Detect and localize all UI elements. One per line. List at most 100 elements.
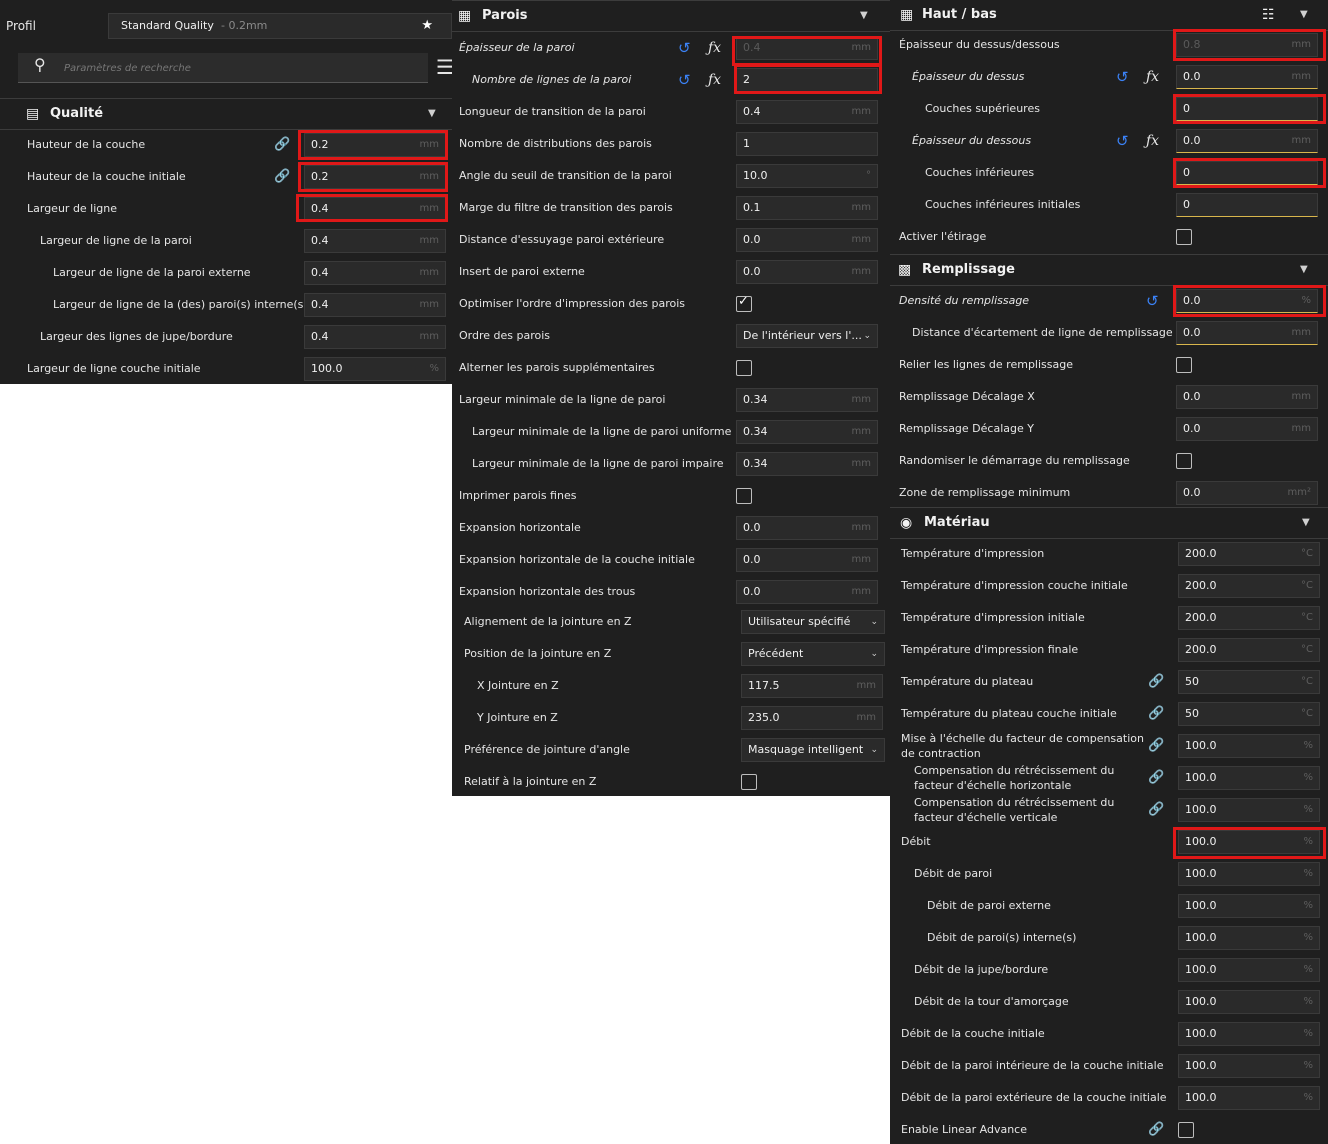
setting-value-input[interactable]: 100.0% <box>1178 766 1320 790</box>
setting-value-input[interactable]: 2 <box>736 68 878 92</box>
function-icon[interactable]: ƒx <box>1146 61 1159 93</box>
setting-value: 0.34 <box>743 393 768 406</box>
chevron-down-icon[interactable]: ▼ <box>1302 508 1310 538</box>
section-header-walls[interactable]: ▦ Parois ▼ <box>452 0 890 32</box>
setting-checkbox[interactable] <box>736 488 752 504</box>
setting-value-input[interactable]: 200.0 °C <box>1178 574 1320 598</box>
section-header-infill[interactable]: ▩ Remplissage ▼ <box>890 254 1328 286</box>
setting-value-input[interactable]: 100.0% <box>1178 958 1320 982</box>
search-field[interactable]: ⚲ Paramètres de recherche <box>18 53 428 83</box>
setting-dropdown[interactable]: Utilisateur spécifié ⌄ <box>741 610 885 634</box>
setting-value-input[interactable]: 0.4 mm <box>304 293 446 317</box>
setting-value-input[interactable]: 0.0 mm <box>736 548 878 572</box>
setting-value-input[interactable]: 1 <box>736 132 878 156</box>
setting-dropdown[interactable]: De l'intérieur vers l'... ⌄ <box>736 324 878 348</box>
setting-value-input[interactable]: 0.34 mm <box>736 420 878 444</box>
link-icon[interactable]: 🔗 <box>1148 1114 1164 1144</box>
setting-value-input[interactable]: 0.0 mm <box>736 516 878 540</box>
function-icon[interactable]: ƒx <box>1146 125 1159 157</box>
setting-value-input[interactable]: 0.2 mm <box>304 165 446 189</box>
setting-value-input[interactable]: 200.0 °C <box>1178 542 1320 566</box>
setting-value-input[interactable]: 10.0 ° <box>736 164 878 188</box>
setting-value-input[interactable]: 0 <box>1176 193 1318 217</box>
section-header-top-bottom[interactable]: ▦ Haut / bas ☷ ▼ <box>890 0 1328 31</box>
setting-value-input[interactable]: 0.1 mm <box>736 196 878 220</box>
chevron-down-icon[interactable]: ▼ <box>428 99 436 129</box>
setting-checkbox[interactable] <box>736 294 752 312</box>
setting-value-input[interactable]: 0.0 mm <box>1176 65 1318 89</box>
setting-value-input[interactable]: 50 °C <box>1178 702 1320 726</box>
setting-dropdown[interactable]: Précédent ⌄ <box>741 642 885 666</box>
setting-unit: mm <box>856 712 876 723</box>
setting-checkbox[interactable] <box>1176 453 1192 469</box>
setting-value-input[interactable]: 0.4 mm <box>304 325 446 349</box>
setting-value-input[interactable]: 100.0% <box>1178 830 1320 854</box>
setting-value-input[interactable]: 0.4 mm <box>304 229 446 253</box>
reset-icon[interactable]: ↺ <box>678 64 691 96</box>
reset-icon[interactable]: ↺ <box>678 32 691 64</box>
setting-value-input[interactable]: 0.0 mm² <box>1176 481 1318 505</box>
setting-checkbox[interactable] <box>1178 1122 1194 1138</box>
setting-value-input[interactable]: 100.0% <box>1178 926 1320 950</box>
setting-checkbox[interactable] <box>1176 229 1192 245</box>
link-icon[interactable]: 🔗 <box>1148 730 1164 762</box>
setting-value-input[interactable]: 50 °C <box>1178 670 1320 694</box>
setting-value-input[interactable]: 0 <box>1176 161 1318 185</box>
section-header-quality[interactable]: ▤ Qualité ▼ <box>0 98 452 130</box>
setting-checkbox[interactable] <box>736 360 752 376</box>
setting-value-input[interactable]: 0.0 mm <box>1176 385 1318 409</box>
setting-value-input[interactable]: 200.0 °C <box>1178 638 1320 662</box>
setting-value-input[interactable]: 0.4 mm <box>304 197 446 221</box>
link-icon[interactable]: 🔗 <box>274 129 290 161</box>
reset-icon[interactable]: ↺ <box>1116 125 1129 157</box>
setting-value-input[interactable]: 0.0 mm <box>1176 417 1318 441</box>
setting-value-input[interactable]: 200.0 °C <box>1178 606 1320 630</box>
setting-checkbox[interactable] <box>1176 357 1192 373</box>
setting-value-input[interactable]: 100.0% <box>1178 894 1320 918</box>
setting-value-input[interactable]: 0.0 mm <box>1176 321 1318 345</box>
setting-value-input[interactable]: 0.0 mm <box>1176 129 1318 153</box>
setting-label: Température d'impression <box>901 547 1045 560</box>
setting-value-input[interactable]: 100.0% <box>1178 1054 1320 1078</box>
reset-icon[interactable]: ↺ <box>1116 61 1129 93</box>
chevron-down-icon[interactable]: ▼ <box>860 1 868 31</box>
settings-sliders-icon[interactable]: ☷ <box>1262 0 1275 30</box>
reset-icon[interactable]: ↺ <box>1146 285 1159 317</box>
setting-value-input[interactable]: 0.2 mm <box>304 133 446 157</box>
star-icon[interactable]: ★ <box>421 14 433 38</box>
setting-value-input[interactable]: 100.0% <box>1178 798 1320 822</box>
setting-value-input[interactable]: 0 <box>1176 97 1318 121</box>
section-header-material[interactable]: ◉ Matériau ▼ <box>890 507 1328 539</box>
function-icon[interactable]: ƒx <box>708 32 721 64</box>
setting-value-input[interactable]: 235.0 mm <box>741 706 883 730</box>
setting-value-input[interactable]: 0.8 mm <box>1176 33 1318 57</box>
setting-value-input[interactable]: 0.4 mm <box>304 261 446 285</box>
profile-selector[interactable]: Standard Quality - 0.2mm ★ <box>108 13 452 39</box>
setting-value-input[interactable]: 0.0 mm <box>736 228 878 252</box>
setting-value-input[interactable]: 100.0% <box>304 357 446 381</box>
chevron-down-icon[interactable]: ▼ <box>1300 0 1308 30</box>
function-icon[interactable]: ƒx <box>708 64 721 96</box>
setting-value-input[interactable]: 100.0% <box>1178 990 1320 1014</box>
setting-dropdown[interactable]: Masquage intelligent ⌄ <box>741 738 885 762</box>
setting-value-input[interactable]: 0.34 mm <box>736 388 878 412</box>
setting-value-input[interactable]: 0.34 mm <box>736 452 878 476</box>
setting-value-input[interactable]: 0.0 mm <box>736 260 878 284</box>
setting-value-input[interactable]: 117.5 mm <box>741 674 883 698</box>
setting-value-input[interactable]: 0.4 mm <box>736 100 878 124</box>
link-icon[interactable]: 🔗 <box>1148 666 1164 698</box>
link-icon[interactable]: 🔗 <box>1148 794 1164 826</box>
setting-value-input[interactable]: 0.0% <box>1176 289 1318 313</box>
chevron-down-icon[interactable]: ▼ <box>1300 255 1308 285</box>
setting-value-input[interactable]: 100.0% <box>1178 862 1320 886</box>
setting-value-input[interactable]: 0.4 mm <box>736 36 878 60</box>
link-icon[interactable]: 🔗 <box>1148 698 1164 730</box>
menu-icon[interactable]: ☰ <box>436 54 452 80</box>
link-icon[interactable]: 🔗 <box>274 161 290 193</box>
link-icon[interactable]: 🔗 <box>1148 762 1164 794</box>
setting-value-input[interactable]: 100.0% <box>1178 734 1320 758</box>
setting-value-input[interactable]: 100.0% <box>1178 1022 1320 1046</box>
setting-value-input[interactable]: 100.0% <box>1178 1086 1320 1110</box>
setting-value-input[interactable]: 0.0 mm <box>736 580 878 604</box>
setting-checkbox[interactable] <box>741 774 757 790</box>
